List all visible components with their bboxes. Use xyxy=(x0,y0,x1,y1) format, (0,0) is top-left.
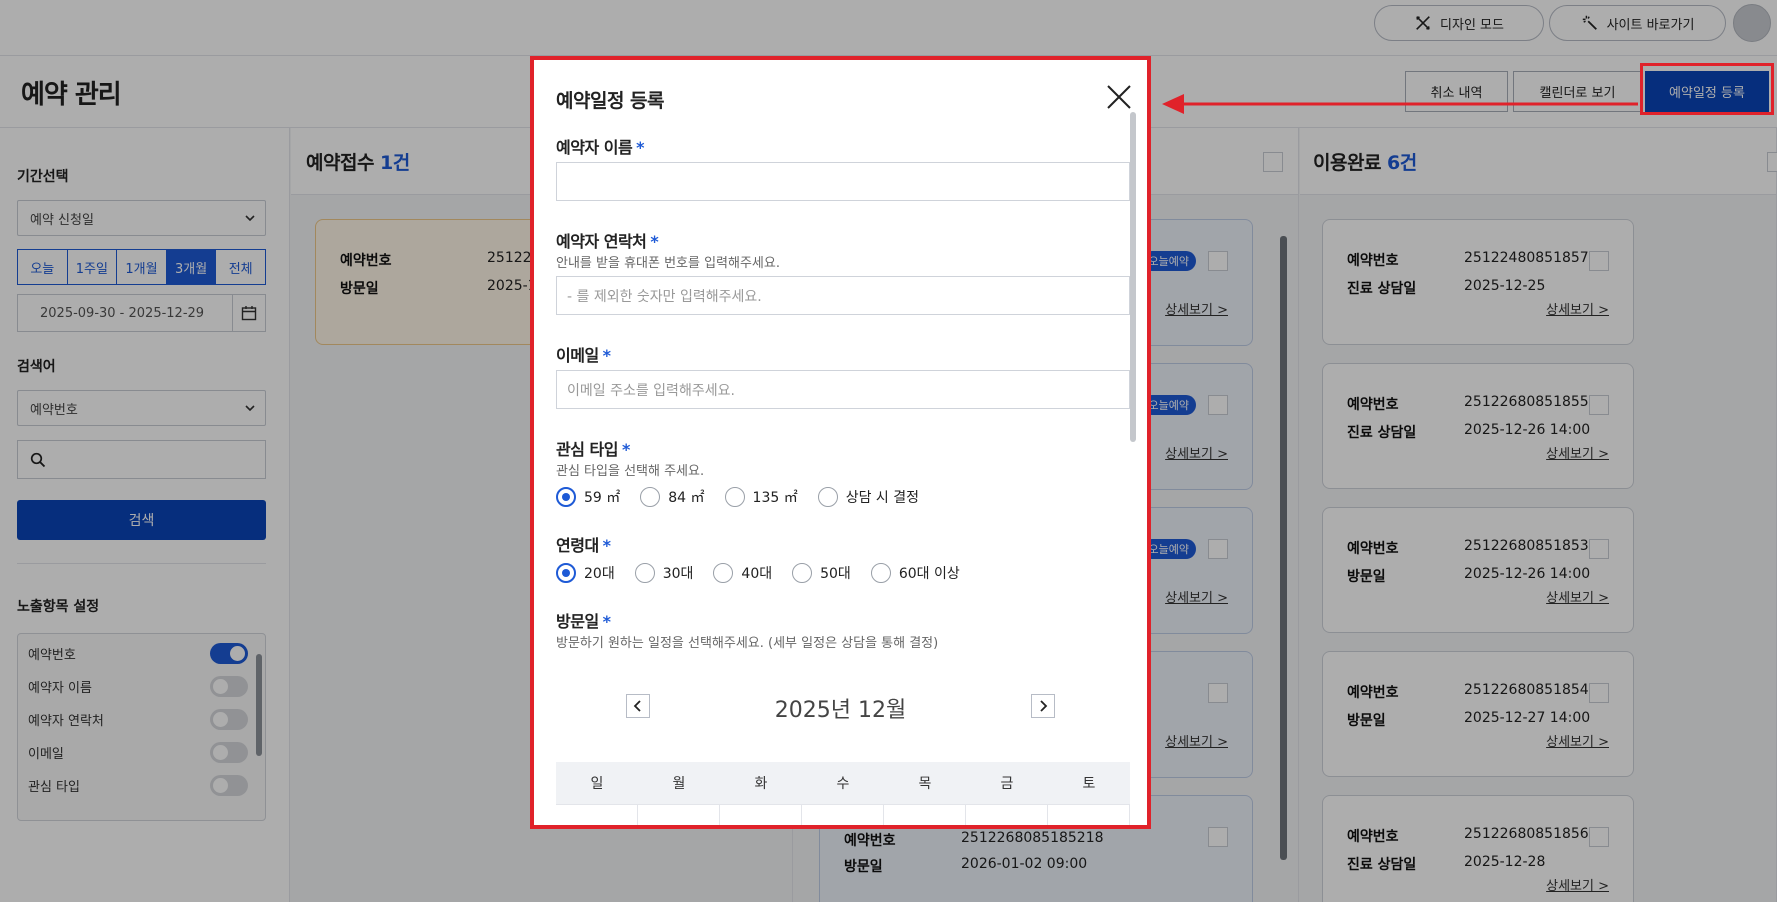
next-month-button[interactable] xyxy=(1031,694,1055,718)
type-radio-group: 59 ㎡ 84 ㎡ 135 ㎡ 상담 시 결정 xyxy=(556,486,939,508)
visit-label: 방문일 * xyxy=(556,608,611,632)
type-label-text: 관심 타입 xyxy=(556,440,618,459)
calendar-day-cell[interactable] xyxy=(720,805,802,825)
modal-scrollbar-thumb[interactable] xyxy=(1130,112,1136,442)
phone-input[interactable]: - 를 제외한 숫자만 입력해주세요. xyxy=(556,276,1130,315)
radio-dot xyxy=(724,487,745,507)
type-label: 관심 타입 * xyxy=(556,436,630,460)
calendar-day-cell[interactable] xyxy=(556,805,638,825)
calendar-day-cell[interactable] xyxy=(966,805,1048,825)
weekday-label: 일 xyxy=(590,776,604,792)
radio-dot xyxy=(713,563,734,583)
type-radio-59[interactable]: 59 ㎡ xyxy=(556,487,620,507)
radio-label: 30대 xyxy=(662,566,694,582)
phone-label-text: 예약자 연락처 xyxy=(556,232,647,251)
register-modal-frame: 예약일정 등록 예약자 이름 * 예약자 연락처 * 안내를 받을 휴대폰 번호를 … xyxy=(530,56,1151,829)
required-mark: * xyxy=(650,232,659,251)
radio-dot xyxy=(817,487,838,507)
chevron-left-icon xyxy=(633,700,641,712)
radio-label: 40대 xyxy=(741,566,773,582)
type-radio-consult[interactable]: 상담 시 결정 xyxy=(817,487,920,507)
calendar-week-row xyxy=(556,804,1130,825)
register-modal: 예약일정 등록 예약자 이름 * 예약자 연락처 * 안내를 받을 휴대폰 번호를 … xyxy=(534,60,1147,825)
radio-dot xyxy=(640,487,661,507)
weekday-label: 월 xyxy=(672,776,686,792)
calendar-weekday-header: 일 월 화 수 목 금 토 xyxy=(556,762,1130,804)
age-radio-40s[interactable]: 40대 xyxy=(713,563,772,583)
visit-label-text: 방문일 xyxy=(556,612,599,631)
radio-label: 59 ㎡ xyxy=(584,490,621,506)
highlight-frame xyxy=(1640,63,1774,115)
email-label-text: 이메일 xyxy=(556,346,599,365)
required-mark: * xyxy=(621,440,630,459)
required-mark: * xyxy=(636,138,645,157)
required-mark: * xyxy=(602,346,611,365)
radio-label: 84 ㎡ xyxy=(668,490,705,506)
calendar-day-cell[interactable] xyxy=(802,805,884,825)
calendar-day-cell[interactable] xyxy=(638,805,720,825)
age-radio-60plus[interactable]: 60대 이상 xyxy=(870,563,960,583)
phone-label: 예약자 연락처 * xyxy=(556,228,659,252)
calendar-day-cell[interactable] xyxy=(884,805,966,825)
weekday-label: 화 xyxy=(754,776,768,792)
name-label-text: 예약자 이름 xyxy=(556,138,633,157)
type-help: 관심 타입을 선택해 주세요. xyxy=(556,464,705,479)
weekday-label: 수 xyxy=(836,776,850,792)
radio-label: 상담 시 결정 xyxy=(845,490,920,506)
chevron-right-icon xyxy=(1040,700,1048,712)
modal-title: 예약일정 등록 xyxy=(556,90,665,112)
radio-label: 60대 이상 xyxy=(898,566,960,582)
prev-month-button[interactable] xyxy=(626,694,650,718)
age-radio-30s[interactable]: 30대 xyxy=(634,563,694,583)
pointer-arrow-icon xyxy=(1162,94,1638,114)
type-radio-135[interactable]: 135 ㎡ xyxy=(724,487,798,507)
weekday-label: 토 xyxy=(1082,776,1096,792)
radio-dot xyxy=(556,563,576,583)
close-icon[interactable] xyxy=(1106,84,1132,110)
age-label-text: 연령대 xyxy=(556,536,599,555)
name-label: 예약자 이름 * xyxy=(556,134,645,158)
required-mark: * xyxy=(602,612,611,631)
visit-help: 방문하기 원하는 일정을 선택해주세요. (세부 일정은 상담을 통해 결정) xyxy=(556,636,939,651)
radio-dot xyxy=(634,563,655,583)
weekday-label: 금 xyxy=(1000,776,1014,792)
calendar-day-cell[interactable] xyxy=(1048,805,1130,825)
radio-dot xyxy=(556,487,576,507)
radio-label: 135 ㎡ xyxy=(752,490,798,506)
radio-label: 50대 xyxy=(820,566,851,582)
email-input[interactable]: 이메일 주소를 입력해주세요. xyxy=(556,370,1130,409)
name-input[interactable] xyxy=(556,162,1130,201)
email-label: 이메일 * xyxy=(556,342,611,366)
age-label: 연령대 * xyxy=(556,532,611,556)
age-radio-50s[interactable]: 50대 xyxy=(792,563,851,583)
age-radio-group: 20대 30대 40대 50대 60대 이상 xyxy=(556,562,980,584)
phone-help: 안내를 받을 휴대폰 번호를 입력해주세요. xyxy=(556,256,780,271)
type-radio-84[interactable]: 84 ㎡ xyxy=(640,487,705,507)
required-mark: * xyxy=(602,536,611,555)
weekday-label: 목 xyxy=(918,776,932,792)
age-radio-20s[interactable]: 20대 xyxy=(556,563,615,583)
radio-dot xyxy=(870,563,891,583)
radio-dot xyxy=(792,563,813,583)
radio-label: 20대 xyxy=(584,566,615,582)
